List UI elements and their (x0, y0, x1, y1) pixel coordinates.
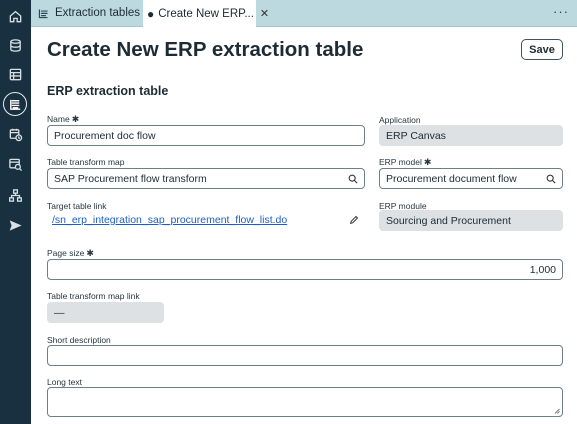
workspace-icon[interactable] (3, 92, 27, 116)
erp-model-label: ERP model ✱ (379, 157, 432, 167)
send-icon[interactable] (4, 214, 27, 237)
tab-label: Extraction tables (55, 7, 141, 19)
short-description-input[interactable] (47, 345, 563, 366)
tab-bar: Extraction tables ● Create New ERP... ✕ … (31, 0, 577, 27)
pencil-icon[interactable] (349, 215, 359, 225)
search-icon[interactable] (546, 174, 556, 184)
application-label: Application (379, 115, 421, 125)
long-text-label: Long text (47, 377, 82, 387)
required-icon: ✱ (423, 157, 432, 167)
tab-create-new-erp[interactable]: ● Create New ERP... ✕ (143, 0, 269, 27)
long-text-textarea[interactable] (47, 387, 563, 417)
page-title: Create New ERP extraction table (47, 38, 364, 61)
page-size-input[interactable]: 1,000 (47, 259, 563, 280)
left-nav-rail (0, 0, 31, 424)
application-field: ERP Canvas (379, 125, 563, 146)
section-title: ERP extraction table (47, 84, 169, 98)
table-transform-map-link-label: Table transform map link (47, 291, 140, 301)
home-icon[interactable] (4, 5, 27, 28)
save-button[interactable]: Save (521, 39, 563, 60)
short-description-label: Short description (47, 335, 111, 345)
required-icon: ✱ (86, 248, 94, 258)
target-table-link-label: Target table link (47, 201, 107, 211)
required-icon: ✱ (71, 114, 80, 124)
unsaved-dot-icon: ● (147, 6, 155, 21)
search-table-icon[interactable] (4, 153, 27, 176)
table-list-icon (38, 8, 48, 18)
table-transform-map-link-field: — (47, 302, 164, 323)
resize-handle-icon[interactable] (554, 408, 560, 414)
table-transform-map-input[interactable]: SAP Procurement flow transform (47, 168, 365, 189)
close-icon[interactable]: ✕ (260, 7, 269, 20)
list-icon[interactable] (4, 63, 27, 86)
erp-model-input[interactable]: Procurement document flow (379, 168, 563, 189)
schedule-icon[interactable] (4, 123, 27, 146)
more-options-icon[interactable]: ··· (553, 4, 569, 19)
name-label: Name ✱ (47, 114, 80, 124)
name-input[interactable]: Procurement doc flow (47, 125, 365, 146)
target-table-link[interactable]: /sn_erp_integration_sap_procurement_flow… (52, 214, 287, 226)
page-size-label: Page size ✱ (47, 248, 94, 258)
database-icon[interactable] (4, 34, 27, 57)
tab-extraction-tables[interactable]: Extraction tables (33, 0, 141, 26)
hierarchy-icon[interactable] (4, 184, 27, 207)
erp-module-field: Sourcing and Procurement (379, 210, 563, 231)
table-transform-map-label: Table transform map (47, 157, 125, 167)
tab-label: Create New ERP... (158, 7, 254, 20)
search-icon[interactable] (348, 174, 358, 184)
